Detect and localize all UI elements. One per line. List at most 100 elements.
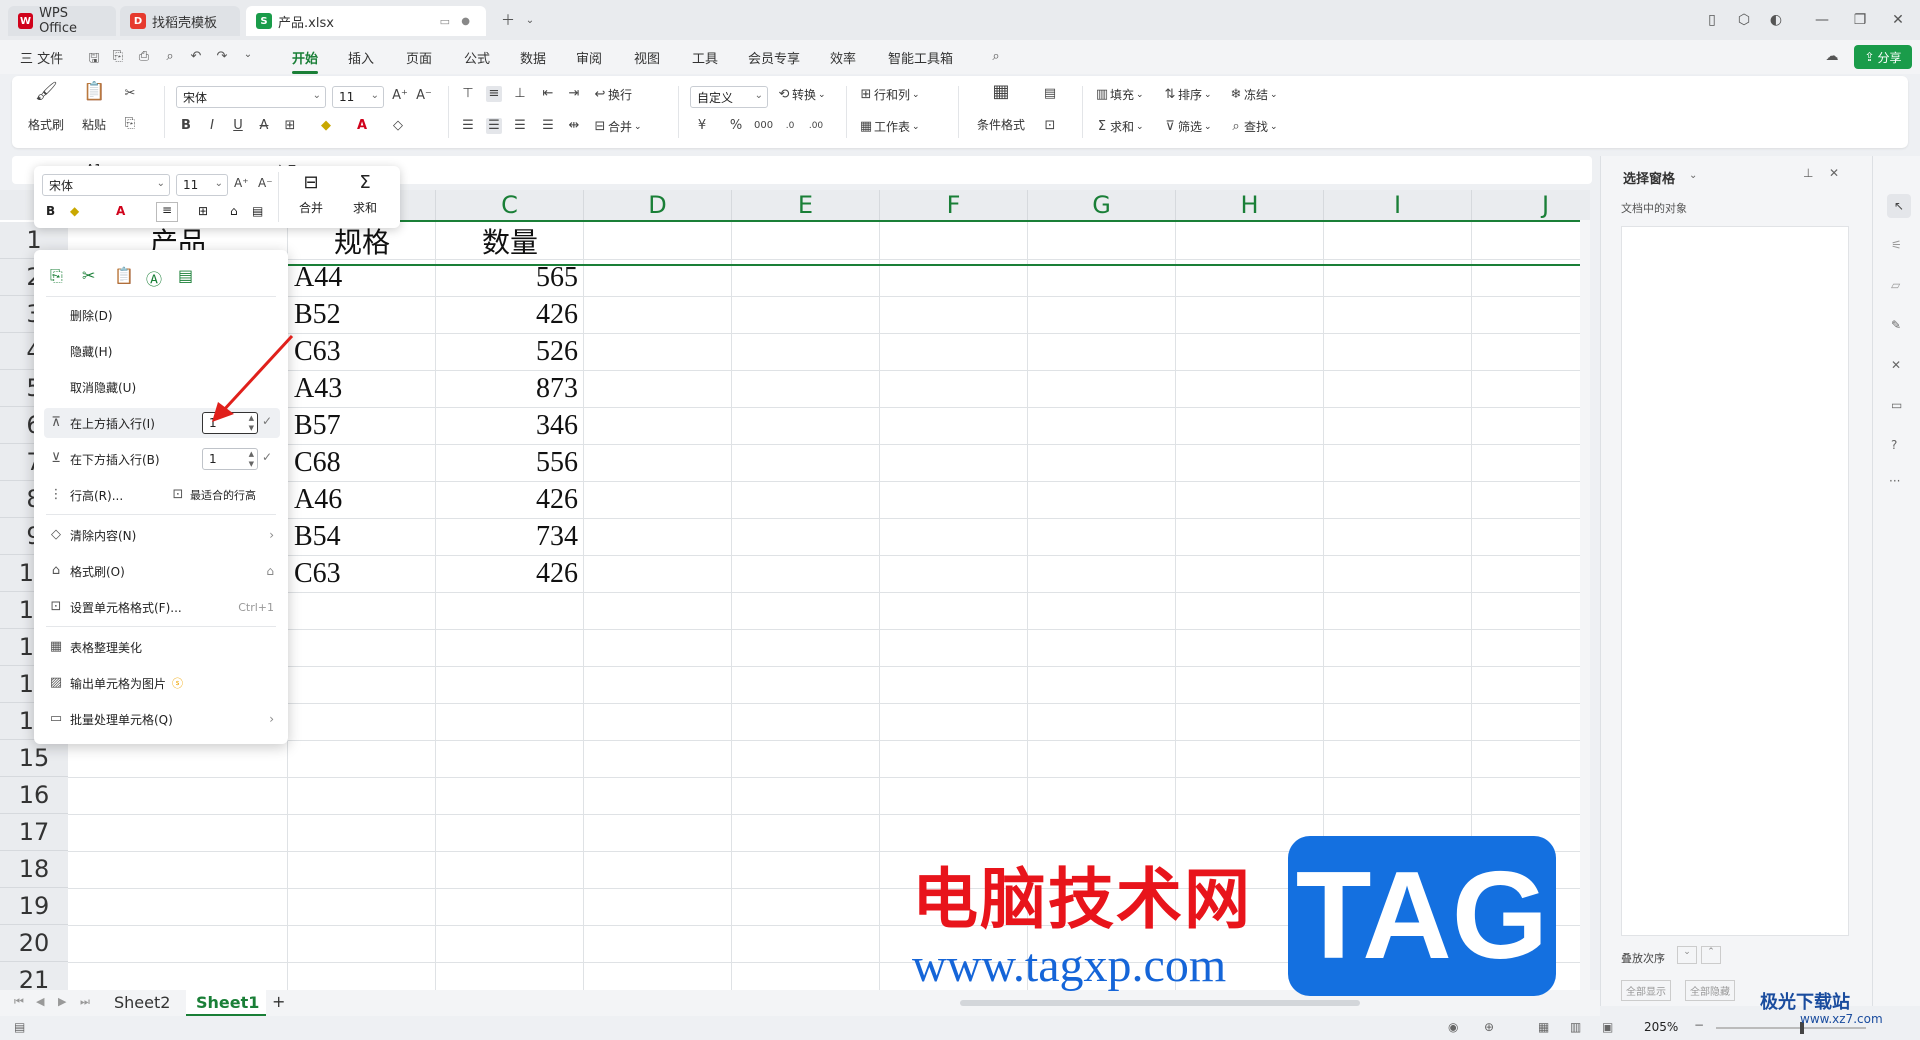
row-header[interactable]: 20 xyxy=(0,925,68,962)
format-painter-icon[interactable]: ⌂ xyxy=(230,204,238,218)
format-painter-button[interactable]: 🖌 格式刷 xyxy=(26,83,66,133)
next-sheet-icon[interactable]: ▶ xyxy=(58,995,66,1008)
macro-icon[interactable]: ▤ xyxy=(14,1020,25,1034)
avatar[interactable]: ◐ xyxy=(1764,8,1788,32)
book-icon[interactable]: ▭ xyxy=(1891,398,1902,412)
cursor-icon[interactable]: ↖ xyxy=(1887,194,1911,218)
sum-button[interactable]: Σ 求和 ⌄ xyxy=(1094,118,1144,135)
redo-icon[interactable]: ↷ xyxy=(214,49,230,65)
font-size-select[interactable]: 11 ⌄ xyxy=(332,86,384,108)
fill-color-icon[interactable]: ◆ xyxy=(70,204,79,218)
minimize-icon[interactable]: — xyxy=(1810,8,1834,32)
font-grow-icon[interactable]: A⁺ xyxy=(392,88,408,104)
spin-down-icon[interactable]: ▼ xyxy=(249,460,254,468)
format-painter-menu-item[interactable]: ⌂ 格式刷(O) ⌂ xyxy=(44,556,280,586)
table-cell[interactable]: A46 xyxy=(288,481,436,518)
help-icon[interactable]: ? xyxy=(1891,438,1897,452)
format-cells-menu-item[interactable]: ⊡ 设置单元格格式(F)... Ctrl+1 xyxy=(44,592,280,622)
paste-button[interactable]: 📋 粘贴 xyxy=(74,83,114,133)
cut-icon[interactable]: ✂ xyxy=(122,86,138,102)
cell-style-icon[interactable]: ▤ xyxy=(1042,86,1058,102)
delete-menu-item[interactable]: 删除(D) xyxy=(44,300,280,330)
bold-icon[interactable]: B xyxy=(46,204,55,218)
font-color-icon[interactable]: A xyxy=(354,118,370,134)
table-cell[interactable]: 873 xyxy=(436,370,584,407)
font-name-select[interactable]: 宋体 ⌄ xyxy=(176,86,326,108)
mini-size-select[interactable]: 11 ⌄ xyxy=(176,174,228,196)
table-cell[interactable]: A44 xyxy=(288,259,436,296)
column-header[interactable]: H xyxy=(1176,190,1324,220)
cloud-icon[interactable]: ☁ xyxy=(1824,49,1840,65)
pin-icon[interactable]: ⊥ xyxy=(1803,166,1813,180)
cube-icon[interactable]: ⬡ xyxy=(1732,8,1756,32)
number-format-select[interactable]: 自定义 ⌄ xyxy=(690,86,768,108)
row-height-menu-item[interactable]: ⋮ 行高(R)... xyxy=(44,480,164,510)
table-cell[interactable]: 426 xyxy=(436,296,584,333)
column-header[interactable]: J xyxy=(1472,190,1590,220)
align-icon[interactable]: ≡ xyxy=(156,202,178,222)
table-cell[interactable]: A43 xyxy=(288,370,436,407)
eraser-icon[interactable]: ◇ xyxy=(390,118,406,134)
first-sheet-icon[interactable]: ⏮ xyxy=(14,995,24,1009)
column-header[interactable]: I xyxy=(1324,190,1472,220)
menu-member[interactable]: 会员专享 xyxy=(748,48,800,67)
menu-view[interactable]: 视图 xyxy=(634,48,660,67)
page-view-icon[interactable]: ▥ xyxy=(1570,1020,1581,1034)
mini-font-select[interactable]: 宋体 ⌄ xyxy=(42,174,170,196)
more-icon[interactable]: ··· xyxy=(1889,474,1900,488)
find-button[interactable]: ⌕ 查找 ⌄ xyxy=(1228,118,1277,135)
table-cell[interactable]: C63 xyxy=(288,333,436,370)
confirm-check-icon[interactable]: ✓ xyxy=(262,450,272,464)
clear-content-menu-item[interactable]: ◇ 清除内容(N) › xyxy=(44,520,280,550)
sliders-icon[interactable]: ⚟ xyxy=(1891,238,1902,252)
row-header[interactable]: 19 xyxy=(0,888,68,925)
cell-border-icon[interactable]: ⊡ xyxy=(1042,118,1058,134)
justify-icon[interactable]: ☰ xyxy=(540,118,556,134)
move-up-icon[interactable]: ⌃ xyxy=(1701,946,1721,964)
convert-button[interactable]: ⟲ 转换 ⌄ xyxy=(776,86,826,103)
font-grow-icon[interactable]: A⁺ xyxy=(234,176,249,190)
horizontal-scrollbar[interactable] xyxy=(960,1000,1360,1006)
table-cell[interactable]: 734 xyxy=(436,518,584,555)
border-icon[interactable]: ⊞ xyxy=(282,118,298,134)
best-fit-row-height-button[interactable]: ⊡ 最适合的行高 xyxy=(170,480,280,510)
spin-up-icon[interactable]: ▲ xyxy=(249,450,254,458)
save-icon[interactable]: 🖫 xyxy=(86,49,102,66)
show-all-button[interactable]: 全部显示 xyxy=(1621,980,1671,1001)
sheet-tab-sheet2[interactable]: Sheet2 xyxy=(114,993,170,1012)
row-header[interactable]: 18 xyxy=(0,851,68,888)
distribute-icon[interactable]: ⇹ xyxy=(566,118,582,134)
table-cell[interactable]: C63 xyxy=(288,555,436,592)
close-icon[interactable]: ✕ xyxy=(1829,166,1839,180)
filter-button[interactable]: ⊽ 筛选 ⌄ xyxy=(1162,118,1211,135)
row-header[interactable]: 21 xyxy=(0,962,68,990)
table-cell[interactable]: 526 xyxy=(436,333,584,370)
note-icon[interactable]: ▱ xyxy=(1891,278,1900,292)
new-tab-icon[interactable]: ＋ xyxy=(496,8,520,32)
sheet-tab-sheet1[interactable]: Sheet1 xyxy=(186,990,266,1016)
indent-decrease-icon[interactable]: ⇤ xyxy=(540,86,556,102)
align-top-icon[interactable]: ⊤ xyxy=(460,86,476,102)
chevron-down-icon[interactable]: ⌄ xyxy=(518,8,542,32)
tools-icon[interactable]: ✕ xyxy=(1891,358,1901,372)
indent-increase-icon[interactable]: ⇥ xyxy=(566,86,582,102)
align-center-icon[interactable]: ☰ xyxy=(486,118,502,134)
paste-special-icon[interactable]: ▤ xyxy=(178,266,193,285)
menu-data[interactable]: 数据 xyxy=(520,48,546,67)
table-cell[interactable]: 数量 xyxy=(436,222,584,259)
search-icon[interactable]: ⌕ xyxy=(988,49,1004,65)
menu-home[interactable]: 开始 xyxy=(292,48,319,74)
insert-below-count-input[interactable]: 1 ▲ ▼ xyxy=(202,448,258,470)
add-sheet-icon[interactable]: + xyxy=(272,992,285,1011)
copy-icon[interactable]: ⎘ xyxy=(122,116,138,132)
freeze-button[interactable]: ❄ 冻结 ⌄ xyxy=(1228,86,1278,103)
fill-button[interactable]: ▥ 填充 ⌄ xyxy=(1094,86,1144,103)
column-header[interactable]: E xyxy=(732,190,880,220)
copy-icon[interactable]: ⎘ xyxy=(50,266,63,286)
file-menu[interactable]: 三 文件 xyxy=(20,48,63,67)
decrease-decimal-icon[interactable]: .00 xyxy=(808,118,824,134)
table-cell[interactable]: 426 xyxy=(436,481,584,518)
eye-icon[interactable]: ◉ xyxy=(1448,1020,1458,1034)
cut-icon[interactable]: ✂ xyxy=(82,266,95,285)
layout-icon[interactable]: ▯ xyxy=(1700,8,1724,32)
